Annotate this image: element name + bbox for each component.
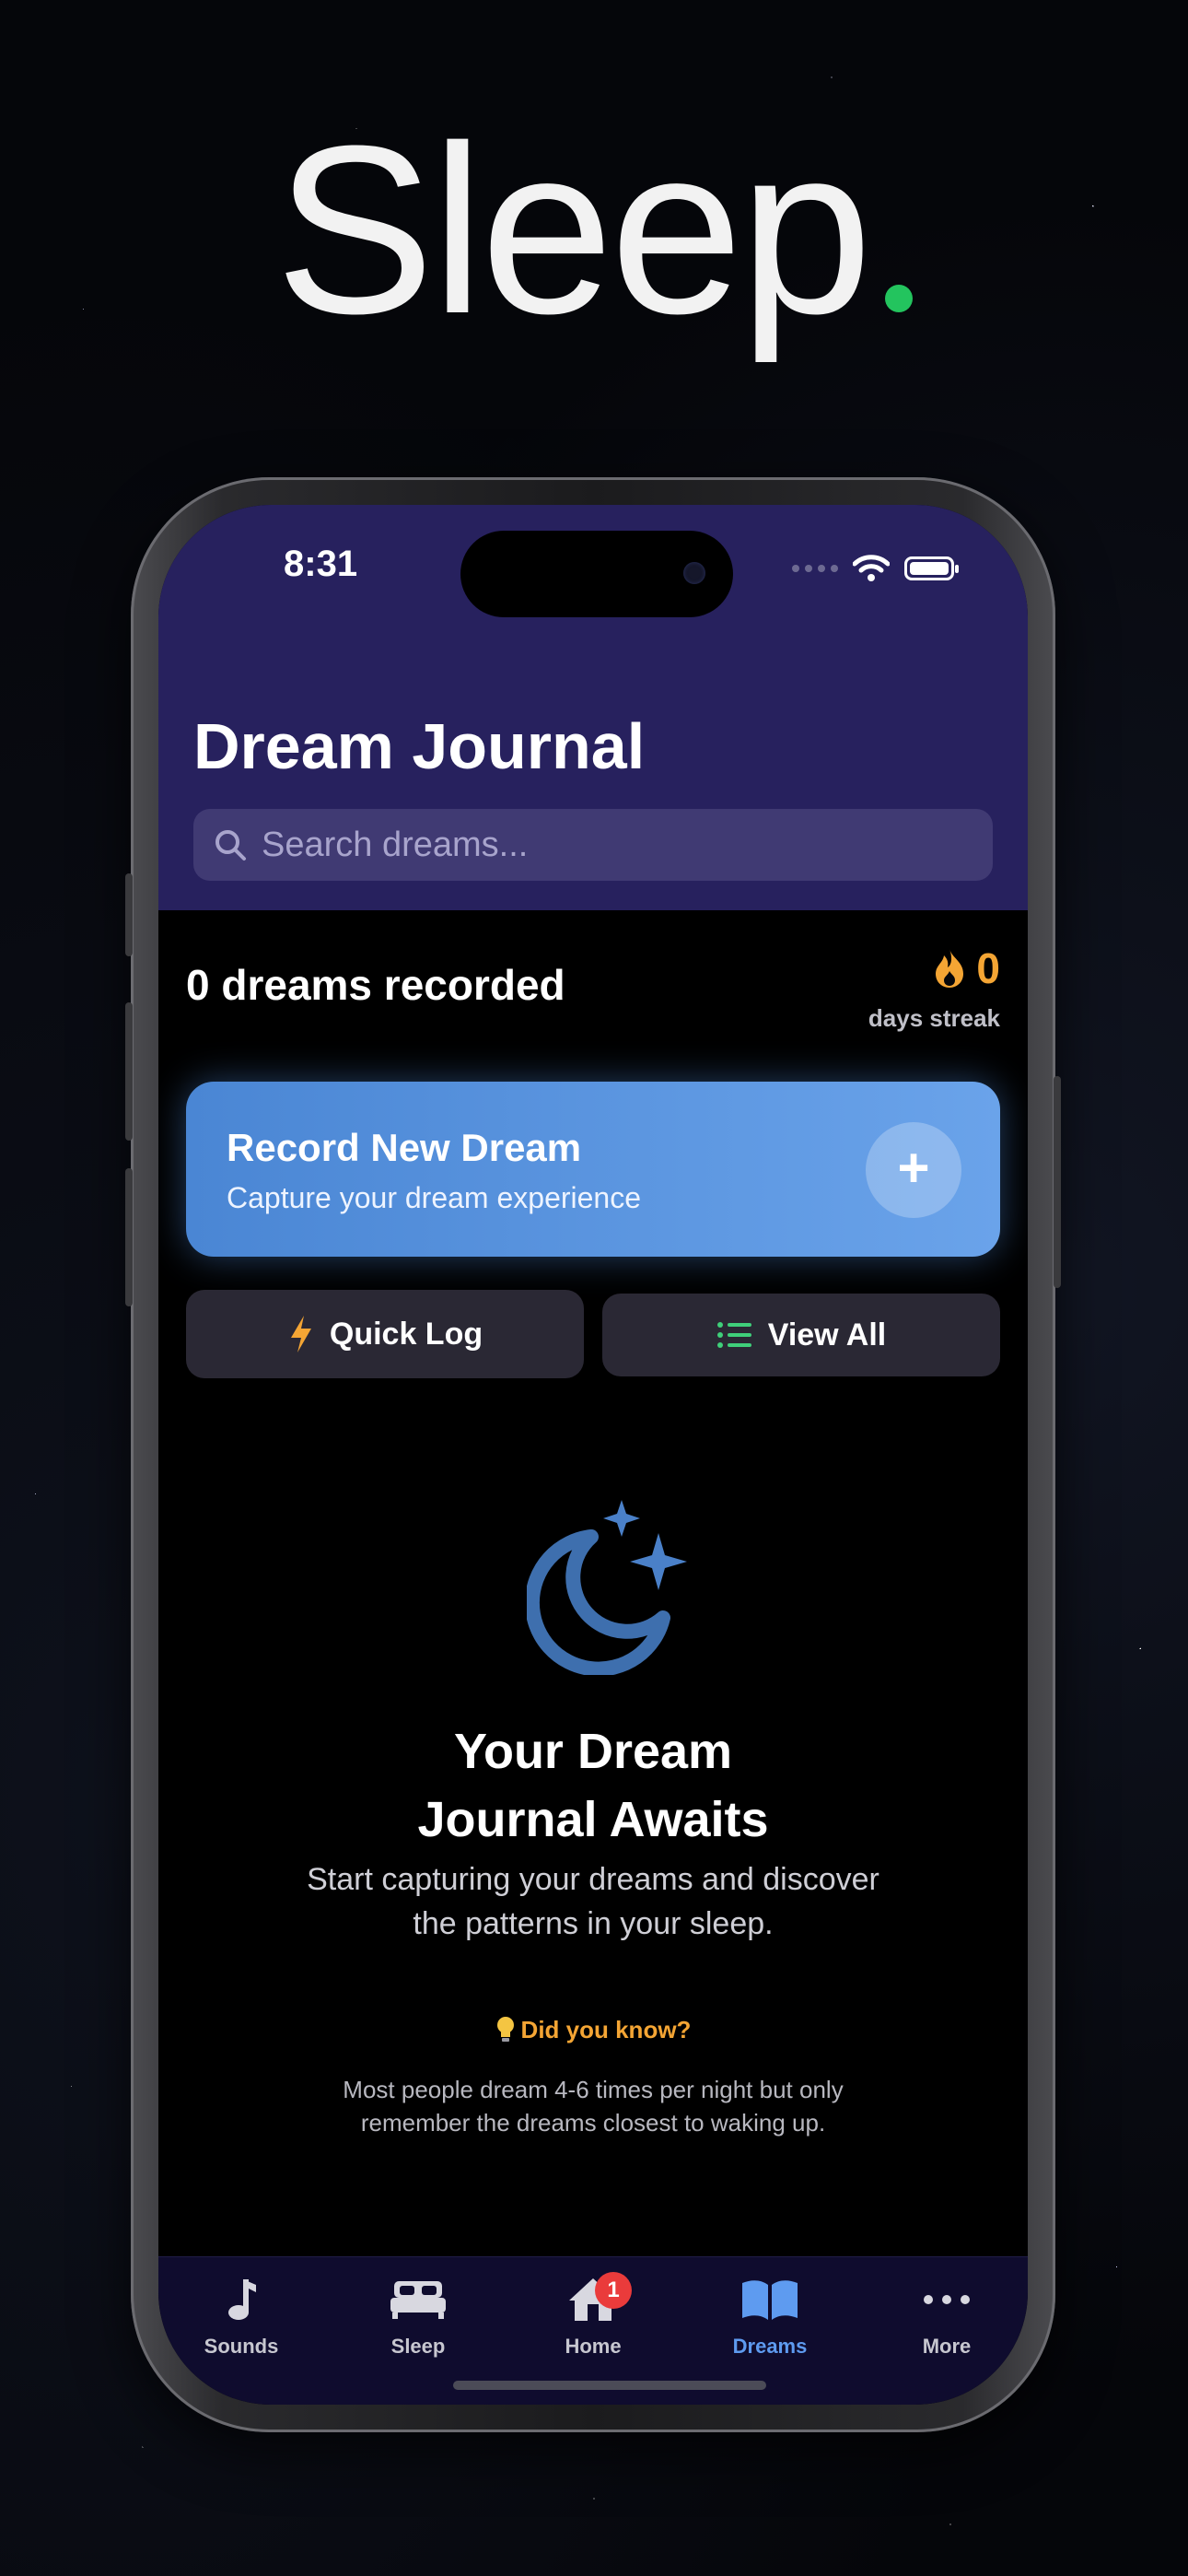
view-all-label: View All (767, 1317, 887, 1352)
did-you-know-label: Did you know? (520, 2016, 692, 2043)
status-icons (792, 555, 959, 582)
view-all-button[interactable]: View All (602, 1294, 1000, 1376)
moon-stars-icon (527, 1500, 687, 1675)
tab-label-sounds: Sounds (204, 2335, 279, 2358)
search-icon (215, 830, 246, 861)
marketing-headline: Sleep (0, 111, 1188, 350)
quick-log-label: Quick Log (329, 1316, 483, 1352)
record-card-title: Record New Dream (227, 1126, 582, 1169)
volume-up-button (125, 1002, 133, 1141)
headline-accent-dot (885, 285, 914, 312)
battery-icon (904, 556, 959, 580)
status-time: 8:31 (284, 544, 358, 584)
did-you-know: Did you know? (158, 2016, 1028, 2044)
fact-line-2: remember the dreams closest to waking up… (360, 2109, 826, 2137)
dream-fact: Most people dream 4-6 times per night bu… (306, 2073, 880, 2139)
empty-title-line-1: Your Dream (453, 1724, 733, 1779)
phone-screen: 8:31 Dream Journal 0 dreams recorded (158, 505, 1028, 2405)
dream-count: 0 dreams recorded (186, 961, 565, 1009)
headline-text: Sleep (274, 97, 873, 364)
home-indicator[interactable] (453, 2381, 766, 2390)
page-title: Dream Journal (193, 710, 646, 782)
tab-label-dreams: Dreams (732, 2335, 808, 2358)
volume-down-button (125, 1168, 133, 1306)
dynamic-island (460, 531, 733, 617)
streak-label: days streak (868, 1004, 1000, 1032)
lightning-icon (290, 1316, 311, 1352)
search-bar[interactable] (193, 809, 993, 881)
quick-log-button[interactable]: Quick Log (186, 1290, 584, 1378)
streak-value: 0 (976, 944, 1000, 992)
streak-display: 0 days streak (868, 943, 1000, 1033)
tab-bar: Sounds Sleep 1 Home Dreams More (158, 2256, 1028, 2405)
camera-icon (683, 562, 705, 584)
music-note-icon (228, 2279, 256, 2320)
ellipsis-icon (924, 2295, 970, 2304)
book-icon (742, 2280, 798, 2320)
action-button (125, 873, 133, 956)
lightbulb-icon (496, 2017, 514, 2042)
search-input[interactable] (249, 824, 993, 866)
tab-home[interactable]: 1 Home (529, 2270, 658, 2359)
phone-frame: 8:31 Dream Journal 0 dreams recorded (125, 477, 1061, 2432)
tab-dreams[interactable]: Dreams (705, 2270, 834, 2359)
bed-icon (390, 2281, 446, 2319)
record-new-dream-card[interactable]: Record New Dream Capture your dream expe… (186, 1082, 1000, 1257)
list-icon (716, 1322, 751, 1348)
wifi-icon (853, 555, 890, 581)
plus-icon[interactable]: + (866, 1122, 961, 1218)
empty-title-line-2: Journal Awaits (417, 1792, 769, 1847)
tab-sounds[interactable]: Sounds (177, 2270, 306, 2359)
record-card-subtitle: Capture your dream experience (227, 1181, 642, 1214)
notification-badge: 1 (595, 2272, 632, 2309)
flame-icon (936, 949, 964, 988)
empty-subtitle-line-1: Start capturing your dreams and discover (307, 1862, 879, 1897)
tab-label-sleep: Sleep (390, 2335, 446, 2358)
power-button (1054, 1076, 1061, 1288)
tab-label-more: More (922, 2335, 972, 2358)
tab-sleep[interactable]: Sleep (354, 2270, 483, 2359)
empty-state-subtitle: Start capturing your dreams and discover… (232, 1857, 954, 1946)
fact-line-1: Most people dream 4-6 times per night bu… (343, 2076, 844, 2103)
empty-state-title: Your Dream Journal Awaits (158, 1717, 1028, 1854)
signal-dots-icon (792, 565, 838, 572)
empty-subtitle-line-2: the patterns in your sleep. (413, 1906, 774, 1941)
tab-more[interactable]: More (882, 2270, 1011, 2359)
tab-label-home: Home (565, 2335, 622, 2358)
